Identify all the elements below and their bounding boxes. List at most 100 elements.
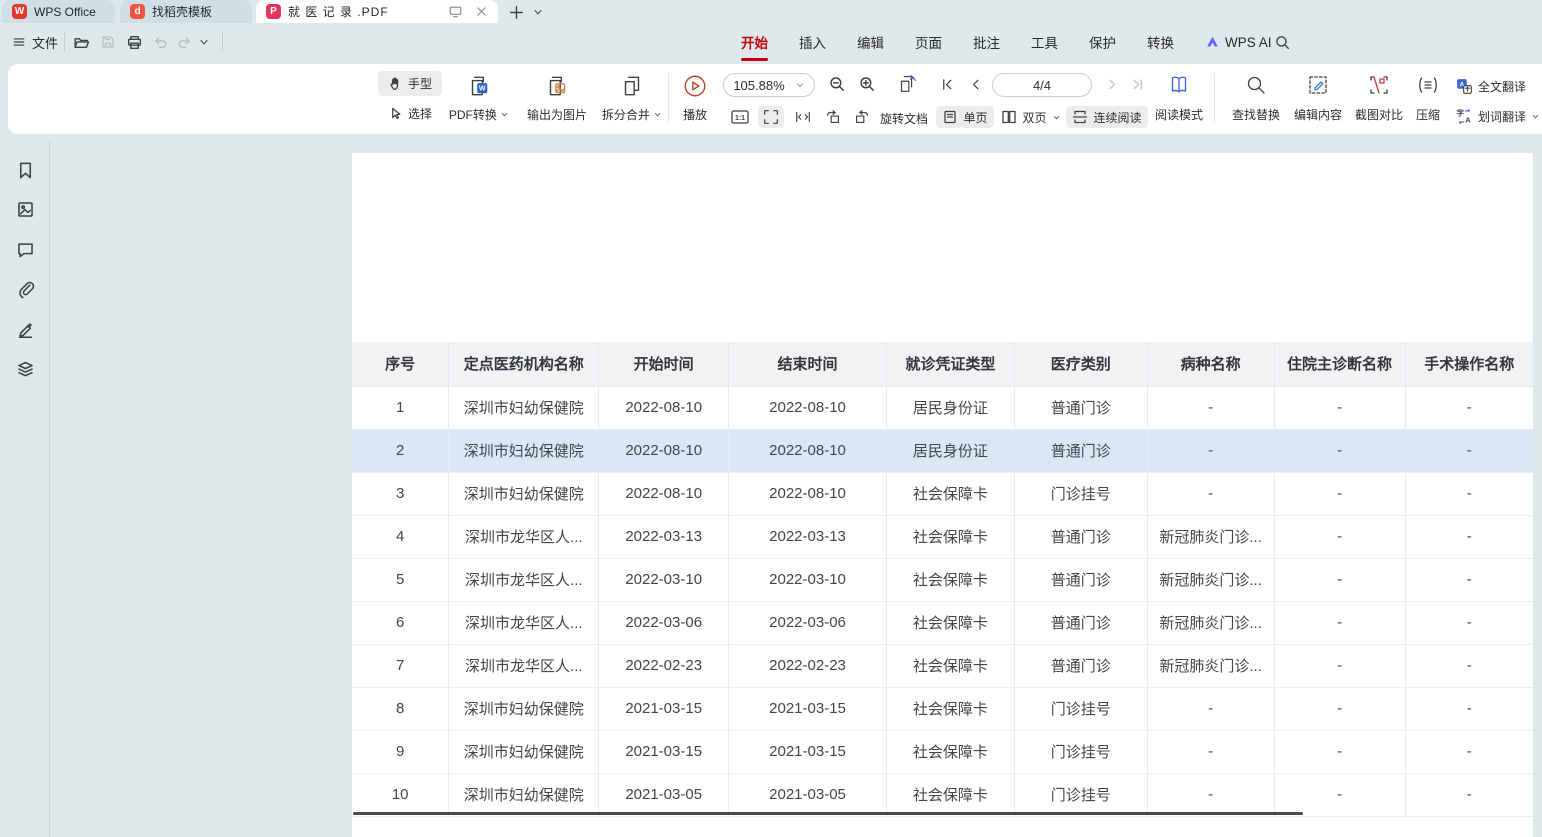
zoom-in-button[interactable] xyxy=(856,73,878,95)
prev-page-icon xyxy=(968,77,983,92)
last-page-button[interactable] xyxy=(1126,73,1148,95)
comments-panel-button[interactable] xyxy=(13,237,37,261)
menu-tab-4[interactable]: 批注 xyxy=(973,32,1000,52)
table-row: 2深圳市妇幼保健院2022-08-102022-08-10居民身份证普通门诊--… xyxy=(352,429,1533,472)
print-button[interactable] xyxy=(126,30,143,54)
edit-content-button[interactable]: 编辑内容 xyxy=(1286,71,1350,127)
table-cell: - xyxy=(1405,687,1533,730)
table-cell: 2021-03-15 xyxy=(729,687,887,730)
menubar-items: 开始 插入 编辑 页面 批注 工具 保护 转换 WPS AI xyxy=(741,23,1272,61)
full-translate-button[interactable]: A 全文翻译 xyxy=(1456,75,1526,97)
printer-icon xyxy=(126,34,143,51)
menu-tab-7[interactable]: 转换 xyxy=(1147,32,1174,52)
fit-page-button[interactable] xyxy=(758,106,784,128)
table-cell: 2022-03-06 xyxy=(729,601,887,644)
menu-tab-label: 编辑 xyxy=(857,32,884,52)
table-cell: 普通门诊 xyxy=(1014,601,1147,644)
new-tab-button[interactable] xyxy=(506,2,526,22)
actual-size-button[interactable]: 1:1 xyxy=(728,106,752,128)
single-page-icon xyxy=(942,109,958,125)
menu-tab-wps-ai[interactable]: WPS AI xyxy=(1205,35,1272,50)
rotate-left-button[interactable] xyxy=(820,106,846,128)
chevron-down-icon xyxy=(1052,113,1061,122)
page-organize-button[interactable] xyxy=(894,73,920,95)
hand-tool-button[interactable]: 手型 xyxy=(378,71,442,96)
undo-button[interactable] xyxy=(152,30,169,54)
table-cell: - xyxy=(1274,644,1405,687)
tab-docer-templates[interactable]: d 找稻壳模板 xyxy=(120,0,252,23)
table-cell: 社会保障卡 xyxy=(886,515,1014,558)
menu-tab-5[interactable]: 工具 xyxy=(1031,32,1058,52)
table-row: 6深圳市龙华区人...2022-03-062022-03-06社会保障卡普通门诊… xyxy=(352,601,1533,644)
menu-tab-0[interactable]: 开始 xyxy=(741,32,768,52)
document-viewport[interactable]: 序号定点医药机构名称开始时间结束时间就诊凭证类型医疗类别病种名称住院主诊断名称手… xyxy=(50,140,1542,837)
menu-tab-1[interactable]: 插入 xyxy=(799,32,826,52)
save-button[interactable] xyxy=(100,30,116,54)
screenshot-compare-button[interactable]: 截图对比 xyxy=(1348,71,1410,127)
table-cell: 深圳市妇幼保健院 xyxy=(449,386,599,429)
attachments-panel-button[interactable] xyxy=(13,277,37,301)
compress-button[interactable]: 压缩 xyxy=(1406,71,1450,127)
single-page-label: 单页 xyxy=(963,109,987,126)
split-merge-label: 拆分合并 xyxy=(602,106,662,123)
page-swap-icon xyxy=(896,73,918,95)
rotate-right-button[interactable] xyxy=(849,106,875,128)
open-file-button[interactable] xyxy=(73,30,90,54)
menu-tab-3[interactable]: 页面 xyxy=(915,32,942,52)
menu-tab-2[interactable]: 编辑 xyxy=(857,32,884,52)
bookmarks-panel-button[interactable] xyxy=(13,158,37,182)
find-replace-button[interactable]: 查找替换 xyxy=(1224,71,1288,127)
continuous-read-button[interactable]: 连续阅读 xyxy=(1066,106,1148,128)
tab-wps-office[interactable]: W WPS Office xyxy=(2,0,115,23)
quickbar-more-chevron-icon[interactable] xyxy=(198,30,210,54)
table-cell: 2022-08-10 xyxy=(599,472,729,515)
double-page-button[interactable]: 双页 xyxy=(1000,106,1062,128)
zoom-out-button[interactable] xyxy=(826,73,848,95)
zoom-level-select[interactable]: 105.88% xyxy=(723,73,815,97)
monitor-icon[interactable] xyxy=(448,4,463,19)
svg-text:W: W xyxy=(479,86,486,93)
zoom-in-icon xyxy=(858,75,876,93)
table-cell: 门诊挂号 xyxy=(1014,730,1147,773)
table-cell: 普通门诊 xyxy=(1014,386,1147,429)
next-page-button[interactable] xyxy=(1101,73,1123,95)
table-cell: - xyxy=(1147,730,1274,773)
prev-page-button[interactable] xyxy=(964,73,986,95)
table-row: 9深圳市妇幼保健院2021-03-152021-03-15社会保障卡门诊挂号--… xyxy=(352,730,1533,773)
table-cell: 普通门诊 xyxy=(1014,558,1147,601)
first-page-button[interactable] xyxy=(936,73,958,95)
play-button[interactable]: 播放 xyxy=(660,71,730,127)
table-cell: 2022-03-13 xyxy=(599,515,729,558)
thumbnails-panel-button[interactable] xyxy=(13,197,37,221)
table-cell: - xyxy=(1147,472,1274,515)
file-menu-button[interactable]: 文件 xyxy=(12,30,58,54)
tab-list-chevron-icon[interactable] xyxy=(528,2,548,22)
table-cell: - xyxy=(1405,601,1533,644)
page-indicator-input[interactable]: 4/4 xyxy=(992,73,1092,97)
close-icon[interactable] xyxy=(475,5,488,18)
menu-search-button[interactable] xyxy=(1274,30,1291,54)
column-header: 就诊凭证类型 xyxy=(886,342,1014,386)
column-header: 开始时间 xyxy=(599,342,729,386)
tab-document-pdf[interactable]: P 就 医 记 录 .PDF xyxy=(256,0,498,23)
layers-panel-button[interactable] xyxy=(13,356,37,380)
select-tool-button[interactable]: 选择 xyxy=(378,101,442,126)
redo-button[interactable] xyxy=(176,30,193,54)
save-icon xyxy=(100,34,116,50)
menu-tab-label: 插入 xyxy=(799,32,826,52)
table-row: 5深圳市龙华区人...2022-03-102022-03-10社会保障卡普通门诊… xyxy=(352,558,1533,601)
menu-tab-6[interactable]: 保护 xyxy=(1089,32,1116,52)
pdf-convert-icon: W xyxy=(466,73,492,99)
table-row: 1深圳市妇幼保健院2022-08-102022-08-10居民身份证普通门诊--… xyxy=(352,386,1533,429)
export-image-button[interactable]: 输出为图片 xyxy=(518,71,596,127)
single-page-button[interactable]: 单页 xyxy=(936,106,994,128)
vertical-scrollbar-track[interactable] xyxy=(1533,140,1542,837)
word-translate-button[interactable]: 字A 划词翻译 xyxy=(1456,105,1540,127)
fit-width-button[interactable] xyxy=(790,106,816,128)
table-cell: 社会保障卡 xyxy=(886,773,1014,816)
table-cell: 2021-03-15 xyxy=(599,687,729,730)
read-mode-button[interactable]: 阅读模式 xyxy=(1148,71,1210,127)
signature-panel-button[interactable] xyxy=(13,317,37,341)
pdf-convert-button[interactable]: W PDF转换 xyxy=(440,71,518,127)
table-cell: 深圳市妇幼保健院 xyxy=(449,730,599,773)
